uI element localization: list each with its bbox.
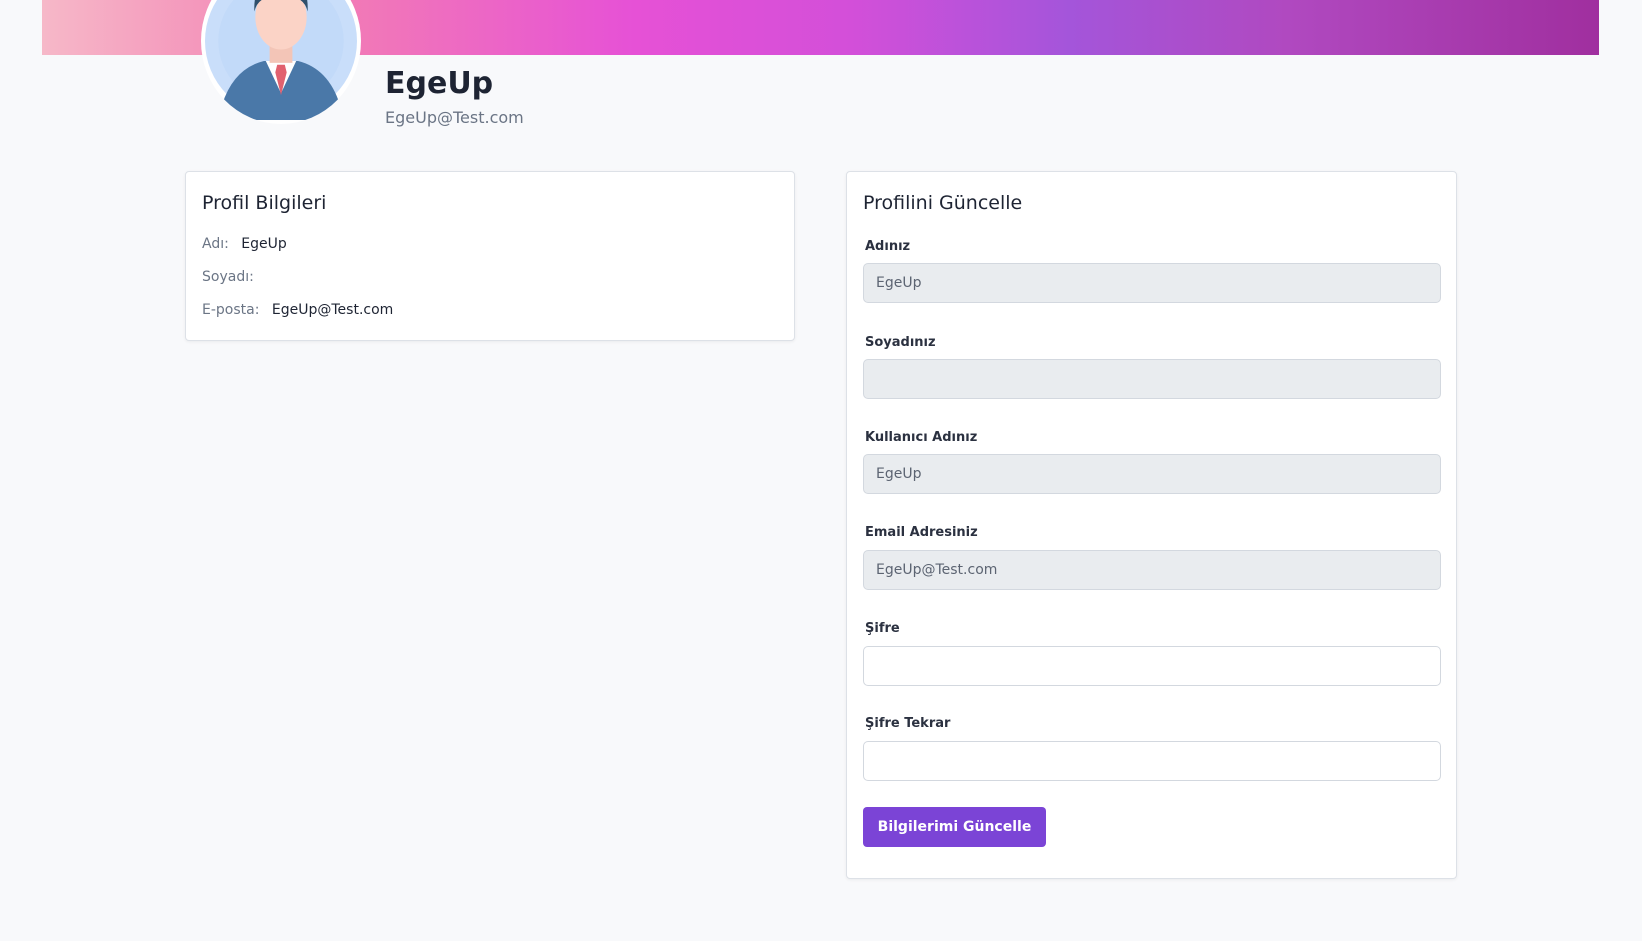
username-input[interactable] — [863, 454, 1441, 494]
profile-info-title: Profil Bilgileri — [202, 192, 327, 214]
last-name-input[interactable] — [863, 359, 1441, 399]
info-row-last-name: Soyadı: — [202, 269, 262, 285]
first-name-input[interactable] — [863, 263, 1441, 303]
password-repeat-label: Şifre Tekrar — [865, 716, 951, 731]
info-value: EgeUp@Test.com — [271, 302, 394, 318]
username-label: Kullanıcı Adınız — [865, 430, 978, 445]
info-row-email: E-posta: EgeUp@Test.com — [202, 302, 393, 318]
first-name-label: Adınız — [865, 239, 911, 254]
info-label: E-posta: — [202, 302, 260, 318]
last-name-label: Soyadınız — [865, 335, 936, 350]
password-input[interactable] — [863, 646, 1441, 686]
email-input[interactable] — [863, 550, 1441, 590]
password-label: Şifre — [865, 621, 900, 636]
profile-update-title: Profilini Güncelle — [863, 192, 1023, 214]
info-value: EgeUp — [241, 236, 287, 252]
info-row-first-name: Adı: EgeUp — [202, 236, 287, 252]
email-label: Email Adresiniz — [865, 525, 978, 540]
person-avatar-icon — [205, 0, 357, 120]
info-label: Soyadı: — [202, 269, 254, 285]
profile-avatar — [201, 0, 361, 124]
info-label: Adı: — [202, 236, 229, 252]
profile-user-name: EgeUp — [385, 66, 494, 101]
update-profile-button[interactable]: Bilgilerimi Güncelle — [863, 807, 1046, 847]
profile-update-card: Profilini Güncelle Adınız Soyadınız Kull… — [846, 171, 1457, 879]
password-repeat-input[interactable] — [863, 741, 1441, 781]
profile-info-card: Profil Bilgileri Adı: EgeUp Soyadı: E-po… — [185, 171, 795, 341]
profile-user-email: EgeUp@Test.com — [385, 108, 524, 127]
